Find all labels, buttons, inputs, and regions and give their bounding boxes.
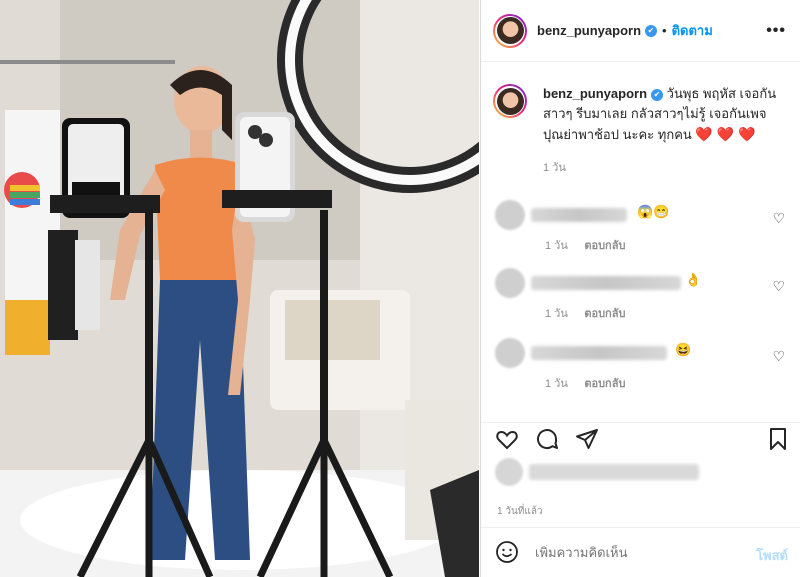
comment-time[interactable]: 1 วัน xyxy=(545,378,568,390)
follow-button[interactable]: ติดตาม xyxy=(672,20,713,41)
comment-meta: 1 วัน ตอบกลับ xyxy=(545,304,625,322)
bookmark-icon[interactable] xyxy=(766,427,790,451)
more-options-icon[interactable]: ••• xyxy=(766,22,786,40)
action-bar xyxy=(481,422,800,459)
post-comment-button[interactable]: โพสต์ xyxy=(756,545,788,566)
post-photo xyxy=(0,0,479,577)
like-comment-icon[interactable]: ♡ xyxy=(772,348,785,365)
separator: • xyxy=(662,23,667,38)
reply-button[interactable]: ตอบกลับ xyxy=(584,308,625,320)
post-image xyxy=(0,0,479,577)
verified-badge-icon: ✔ xyxy=(645,24,658,37)
like-comment-icon[interactable]: ♡ xyxy=(772,210,785,227)
comment-meta: 1 วัน ตอบกลับ xyxy=(545,236,625,254)
comment-emoji: 👌 xyxy=(685,272,702,287)
comment-emoji: 😆 xyxy=(675,342,692,357)
comment-emoji: 😱😁 xyxy=(637,204,670,219)
reply-button[interactable]: ตอบกลับ xyxy=(584,378,625,390)
caption-text-block: benz_punyaporn ✔ วันพุธ พฤหัส เจอกันสาวๆ … xyxy=(543,84,787,178)
verified-badge-icon: ✔ xyxy=(651,89,664,101)
like-heart-icon[interactable] xyxy=(495,427,519,451)
comment-meta: 1 วัน ตอบกลับ xyxy=(545,374,625,392)
caption-time[interactable]: 1 วัน xyxy=(543,162,566,174)
comment-time[interactable]: 1 วัน xyxy=(545,308,568,320)
comments-list[interactable]: benz_punyaporn ✔ วันพุธ พฤหัส เจอกันสาวๆ … xyxy=(481,62,800,422)
add-comment-bar: โพสต์ xyxy=(481,527,800,577)
caption-username[interactable]: benz_punyaporn xyxy=(543,86,647,101)
author-username[interactable]: benz_punyaporn xyxy=(537,23,641,38)
post-header: benz_punyaporn ✔ • ติดตาม ••• xyxy=(481,0,800,62)
comment-input[interactable] xyxy=(535,545,725,560)
heart-emoji: ❤️ ❤️ ❤️ xyxy=(695,126,756,142)
redacted-comment-text xyxy=(531,208,627,222)
likes-summary-redacted[interactable] xyxy=(495,458,699,488)
commenter-avatar[interactable] xyxy=(495,338,525,368)
commenter-avatar[interactable] xyxy=(495,200,525,230)
share-plane-icon[interactable] xyxy=(575,427,599,451)
reply-button[interactable]: ตอบกลับ xyxy=(584,240,625,252)
emoji-smiley-icon[interactable] xyxy=(495,540,519,564)
post-timestamp[interactable]: 1 วันที่แล้ว xyxy=(497,504,543,519)
post-caption: benz_punyaporn ✔ วันพุธ พฤหัส เจอกันสาวๆ … xyxy=(493,84,787,178)
like-comment-icon[interactable]: ♡ xyxy=(772,278,785,295)
post-panel: benz_punyaporn ✔ • ติดตาม ••• benz_punya… xyxy=(480,0,800,577)
author-avatar[interactable] xyxy=(493,13,527,48)
redacted-comment-text xyxy=(531,346,667,360)
comment-time[interactable]: 1 วัน xyxy=(545,240,568,252)
redacted-comment-text xyxy=(531,276,681,290)
comment-bubble-icon[interactable] xyxy=(535,427,559,451)
commenter-avatar[interactable] xyxy=(495,268,525,298)
caption-avatar[interactable] xyxy=(493,84,527,118)
